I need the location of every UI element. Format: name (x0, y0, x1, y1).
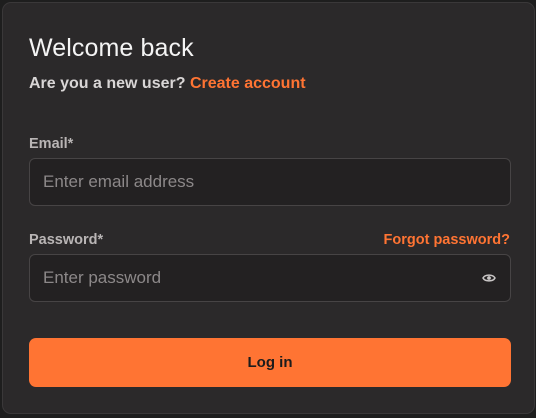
login-button[interactable]: Log in (29, 338, 511, 387)
new-user-text: Are you a new user? (29, 75, 186, 92)
page-title: Welcome back (29, 34, 194, 62)
new-user-prompt: Are you a new user? Create account (29, 75, 306, 93)
create-account-link[interactable]: Create account (190, 75, 306, 92)
email-field-container (29, 158, 511, 206)
email-label: Email* (29, 136, 74, 152)
password-label: Password* (29, 232, 104, 248)
eye-icon[interactable] (481, 270, 497, 286)
login-card: Welcome back Are you a new user? Create … (2, 2, 535, 414)
email-field[interactable] (43, 172, 497, 192)
forgot-password-link[interactable]: Forgot password? (384, 232, 510, 248)
password-field[interactable] (43, 268, 481, 288)
password-field-container (29, 254, 511, 302)
